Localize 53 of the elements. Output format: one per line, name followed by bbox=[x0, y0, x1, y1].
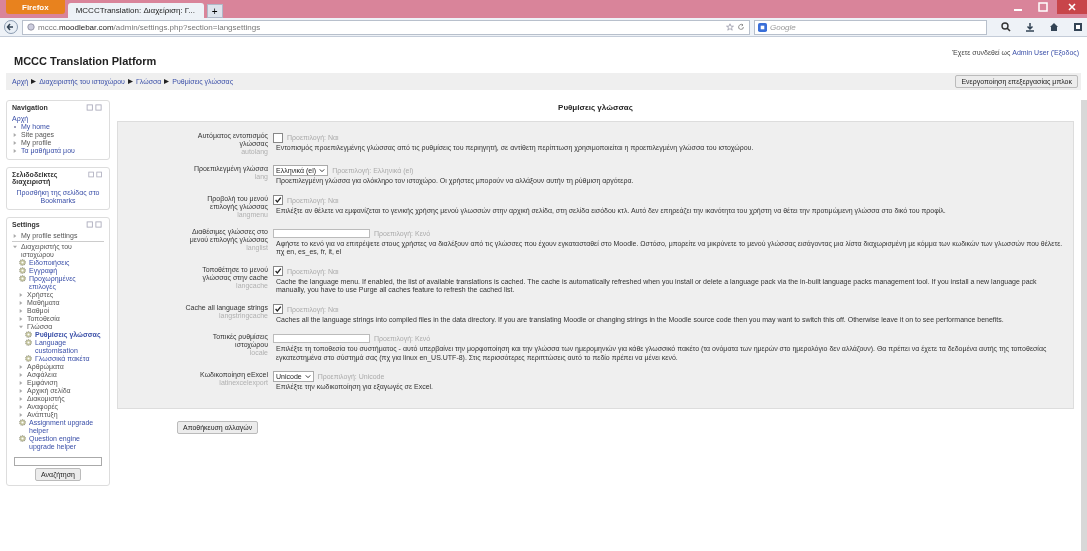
gear-icon bbox=[25, 355, 32, 362]
block-controls-icon[interactable] bbox=[88, 171, 104, 178]
caret-icon[interactable] bbox=[304, 374, 311, 379]
url-text: mccc.moodlebar.com/admin/settings.php?section=langsettings bbox=[38, 22, 261, 32]
expand-arrow-icon[interactable] bbox=[19, 323, 24, 330]
gear-icon bbox=[19, 419, 26, 426]
separator-icon bbox=[31, 79, 37, 84]
expand-arrow-icon[interactable] bbox=[19, 307, 24, 314]
expand-arrow-icon[interactable] bbox=[19, 395, 24, 402]
expand-arrow-icon[interactable] bbox=[19, 371, 24, 378]
expand-arrow-icon[interactable] bbox=[13, 147, 18, 154]
expand-arrow-icon[interactable] bbox=[13, 243, 18, 250]
bullet-icon bbox=[13, 123, 18, 130]
checkbox[interactable] bbox=[273, 304, 283, 314]
scrollbar[interactable] bbox=[1081, 100, 1087, 551]
close-icon[interactable] bbox=[1057, 0, 1087, 14]
search-icon[interactable] bbox=[1001, 22, 1011, 32]
expand-arrow-icon[interactable] bbox=[13, 139, 18, 146]
address-bar[interactable]: mccc.moodlebar.com/admin/settings.php?section=langsettings bbox=[22, 19, 750, 35]
checkbox[interactable] bbox=[273, 195, 283, 205]
grid-icon[interactable] bbox=[1073, 22, 1083, 32]
expand-arrow-icon[interactable] bbox=[13, 232, 18, 239]
reload-icon[interactable] bbox=[737, 23, 745, 31]
browser-tab[interactable]: MCCCTranslation: Διαχείριση: Γ... bbox=[67, 3, 204, 18]
expand-arrow-icon[interactable] bbox=[19, 387, 24, 394]
download-icon[interactable] bbox=[1025, 22, 1035, 32]
expand-arrow-icon[interactable] bbox=[19, 315, 24, 322]
gear-icon bbox=[19, 435, 26, 442]
checkbox[interactable] bbox=[273, 132, 283, 143]
search-input[interactable] bbox=[14, 457, 102, 466]
star-icon[interactable] bbox=[726, 23, 734, 31]
expand-arrow-icon[interactable] bbox=[13, 131, 18, 138]
site-title: MCCC Translation Platform bbox=[14, 55, 157, 67]
page-heading: Ρυθμίσεις γλώσσας bbox=[557, 102, 634, 114]
expand-arrow-icon[interactable] bbox=[19, 403, 24, 410]
expand-arrow-icon[interactable] bbox=[19, 363, 24, 370]
expand-arrow-icon[interactable] bbox=[19, 411, 24, 418]
text-field[interactable] bbox=[273, 334, 370, 343]
text-field[interactable] bbox=[273, 228, 370, 238]
expand-arrow-icon[interactable] bbox=[19, 379, 24, 386]
expand-arrow-icon[interactable] bbox=[19, 299, 24, 306]
block-controls-icon[interactable] bbox=[86, 221, 104, 228]
new-tab-button[interactable]: + bbox=[206, 4, 223, 18]
separator-icon bbox=[127, 79, 133, 84]
globe-icon bbox=[27, 23, 35, 31]
expand-arrow-icon[interactable] bbox=[19, 291, 24, 298]
checkbox[interactable] bbox=[273, 266, 283, 276]
home-icon[interactable] bbox=[1049, 22, 1059, 32]
google-icon bbox=[758, 22, 767, 32]
back-icon[interactable] bbox=[4, 20, 18, 34]
block-controls-icon[interactable] bbox=[86, 104, 104, 111]
separator-icon bbox=[164, 79, 170, 84]
caret-icon[interactable] bbox=[319, 168, 326, 173]
